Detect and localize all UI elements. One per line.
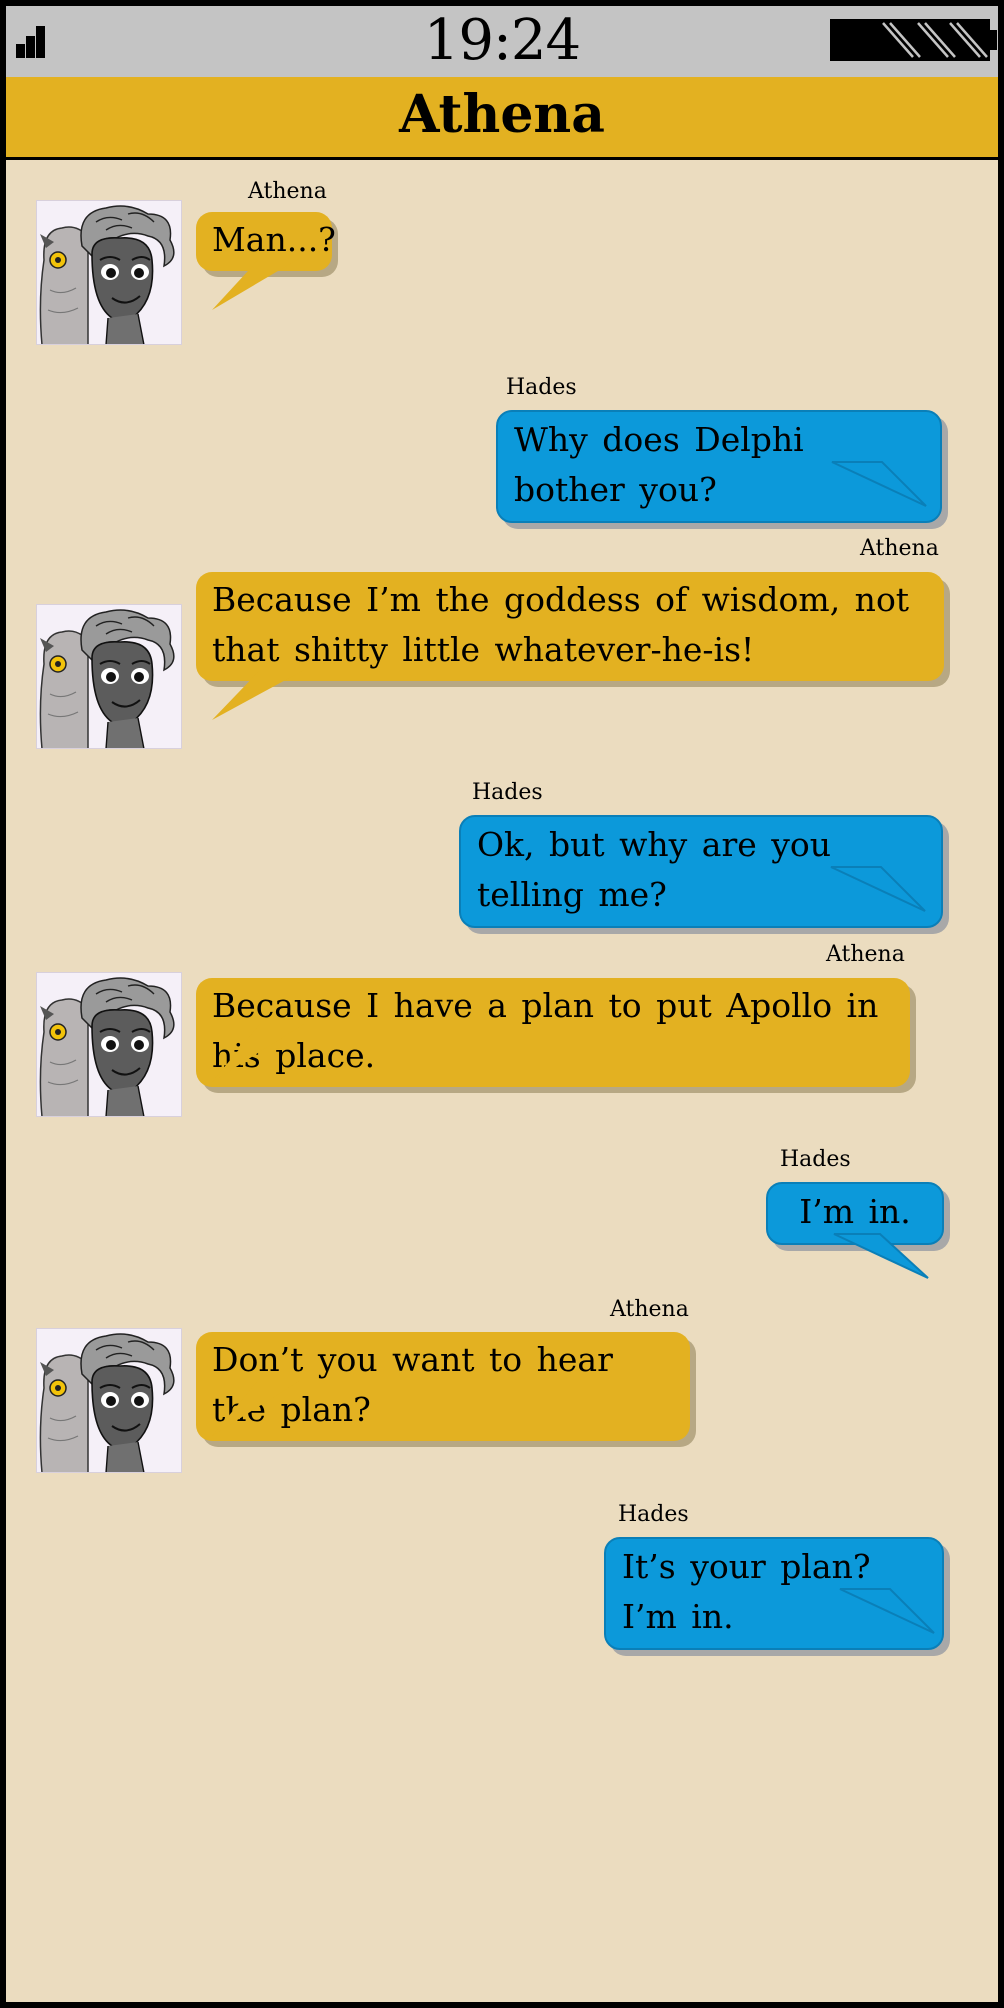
- athena-avatar[interactable]: [36, 604, 182, 750]
- athena-avatar[interactable]: [36, 1328, 182, 1474]
- bubble-tail: [212, 670, 304, 720]
- bubble-tail: [212, 258, 300, 310]
- athena-portrait: [36, 1328, 182, 1474]
- bubble-tail: [831, 461, 927, 507]
- sender-name: Athena: [860, 536, 939, 561]
- sender-name: Hades: [780, 1147, 851, 1172]
- chat-header: Athena: [6, 77, 998, 160]
- message-bubble[interactable]: I’m in.: [766, 1182, 944, 1279]
- message-text: Because I’m the goddess of wisdom, not t…: [196, 572, 944, 681]
- bubble-tail: [212, 1024, 304, 1082]
- sender-name: Athena: [826, 942, 905, 967]
- message-bubble[interactable]: Because I’m the goddess of wisdom, not t…: [196, 572, 944, 720]
- message-bubble[interactable]: Man...?: [196, 212, 336, 310]
- battery-icon: [830, 19, 997, 61]
- message-bubble[interactable]: Why does Delphi bother you?: [496, 410, 942, 523]
- message-bubble[interactable]: Don’t you want to hear the plan?: [196, 1332, 690, 1441]
- athena-portrait: [36, 200, 182, 346]
- athena-portrait: [36, 604, 182, 750]
- sender-name: Athena: [248, 179, 327, 204]
- contact-name: Athena: [399, 84, 605, 145]
- sender-name: Hades: [506, 375, 577, 400]
- message-bubble[interactable]: It’s your plan? I’m in.: [604, 1537, 944, 1650]
- message-bubble[interactable]: Ok, but why are you telling me?: [459, 815, 943, 928]
- athena-avatar[interactable]: [36, 200, 182, 346]
- athena-portrait: [36, 972, 182, 1118]
- bubble-tail: [212, 1378, 304, 1436]
- phone-frame: 19:24 Athena Athena Man...? Hades Why do…: [0, 0, 1004, 2008]
- bubble-tail: [833, 1233, 929, 1279]
- message-bubble[interactable]: Because I have a plan to put Apollo in h…: [196, 978, 910, 1087]
- sender-name: Hades: [618, 1502, 689, 1527]
- sender-name: Hades: [472, 780, 543, 805]
- bubble-tail: [830, 866, 926, 912]
- sender-name: Athena: [610, 1297, 689, 1322]
- athena-avatar[interactable]: [36, 972, 182, 1118]
- status-bar: 19:24: [6, 6, 998, 77]
- bubble-tail: [839, 1588, 935, 1634]
